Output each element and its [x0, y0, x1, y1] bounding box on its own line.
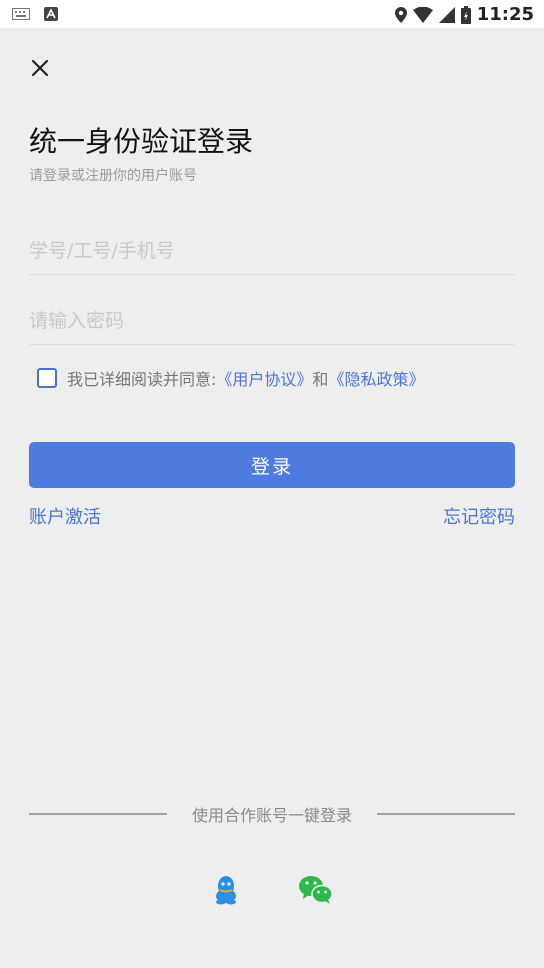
divider-right — [377, 813, 515, 815]
agreement-row: 我已详细阅读并同意: 《用户协议》 和 《隐私政策》 — [37, 366, 424, 390]
keyboard-icon — [12, 8, 30, 20]
battery-icon — [460, 5, 471, 24]
status-left — [12, 7, 58, 21]
status-right: 11:25 — [394, 4, 534, 25]
status-bar: 11:25 — [0, 0, 544, 28]
signal-icon — [438, 6, 455, 23]
close-icon — [31, 59, 49, 77]
agree-checkbox[interactable] — [37, 368, 57, 388]
page-subtitle: 请登录或注册你的用户账号 — [29, 168, 197, 184]
status-time: 11:25 — [476, 4, 534, 25]
wifi-icon — [412, 6, 433, 23]
qq-login-button[interactable] — [208, 872, 244, 908]
login-button[interactable]: 登录 — [29, 442, 515, 488]
username-input[interactable] — [29, 228, 515, 274]
page-title: 统一身份验证登录 — [29, 125, 254, 158]
forgot-password-link[interactable]: 忘记密码 — [443, 503, 515, 529]
wechat-icon — [299, 876, 333, 904]
user-agreement-link[interactable]: 《用户协议》 — [216, 366, 312, 390]
password-field-row — [29, 298, 515, 345]
account-activate-link[interactable]: 账户激活 — [29, 503, 101, 529]
app-a-icon — [44, 7, 58, 21]
agree-and: 和 — [312, 370, 329, 389]
privacy-policy-link[interactable]: 《隐私政策》 — [328, 366, 424, 390]
wechat-login-button[interactable] — [298, 872, 334, 908]
password-input[interactable] — [29, 298, 515, 344]
username-field-row — [29, 228, 515, 275]
close-button[interactable] — [24, 52, 56, 84]
agree-prefix: 我已详细阅读并同意: — [67, 370, 217, 389]
qq-icon — [216, 876, 236, 905]
location-icon — [394, 6, 407, 23]
